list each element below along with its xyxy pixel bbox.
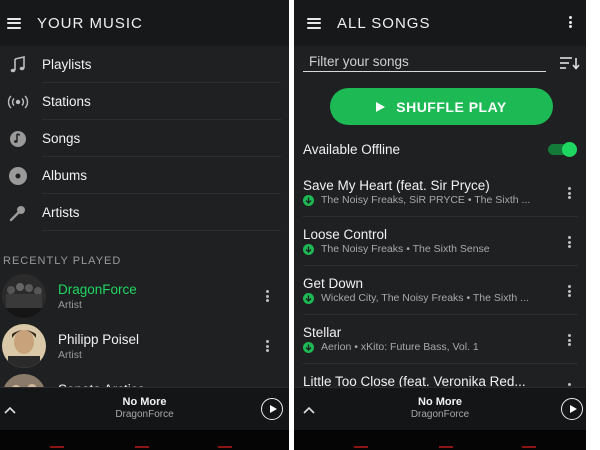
avatar <box>2 324 46 368</box>
now-playing-title: No More <box>418 396 462 408</box>
song-row[interactable]: Loose Control The Noisy Freaks • The Six… <box>294 217 586 266</box>
more-options-icon[interactable] <box>564 332 574 348</box>
song-title: Stellar <box>303 325 342 340</box>
page-title: YOUR MUSIC <box>37 14 143 32</box>
nav-item-artists[interactable]: Artists <box>0 194 289 231</box>
avatar <box>2 274 46 318</box>
available-offline-row: Available Offline <box>303 141 578 161</box>
song-title: Save My Heart (feat. Sir Pryce) <box>303 178 490 193</box>
song-list: Save My Heart (feat. Sir Pryce) The Nois… <box>294 168 586 413</box>
song-meta: Aerion • xKito: Future Bass, Vol. 1 <box>303 341 479 353</box>
nav-item-label: Playlists <box>42 57 92 72</box>
song-meta: The Noisy Freaks, SiR PRYCE • The Sixth … <box>303 194 530 206</box>
now-playing-title: No More <box>122 396 167 408</box>
album-icon <box>0 166 38 186</box>
music-note-icon <box>0 55 38 74</box>
song-row[interactable]: Get Down Wicked City, The Noisy Freaks •… <box>294 266 586 315</box>
bottom-nav-icon[interactable] <box>522 446 536 450</box>
song-subtitle: The Noisy Freaks • The Sixth Sense <box>321 243 490 255</box>
bottom-nav-icon[interactable] <box>135 446 149 450</box>
available-offline-toggle[interactable] <box>548 142 577 157</box>
radio-icon <box>0 94 38 110</box>
downloaded-icon <box>303 243 314 255</box>
list-item[interactable]: DragonForce Artist <box>0 271 289 320</box>
play-button[interactable] <box>561 398 583 420</box>
nav-item-songs[interactable]: Songs <box>0 120 289 157</box>
microphone-icon <box>0 203 38 223</box>
play-icon <box>376 101 386 112</box>
list-item-title: DragonForce <box>58 282 137 297</box>
list-item-subtitle: Artist <box>58 299 82 311</box>
nav-item-label: Stations <box>42 94 91 109</box>
bottom-nav-icon[interactable] <box>218 446 232 450</box>
play-icon <box>569 405 577 413</box>
song-row[interactable]: Save My Heart (feat. Sir Pryce) The Nois… <box>294 168 586 217</box>
filter-songs-input[interactable] <box>303 52 546 72</box>
nav-item-label: Albums <box>42 168 88 183</box>
nav-item-playlists[interactable]: Playlists <box>0 46 289 83</box>
top-bar: YOUR MUSIC <box>0 0 289 46</box>
toggle-thumb <box>562 142 577 157</box>
recently-played-header: RECENTLY PLAYED <box>3 255 122 267</box>
library-nav: Playlists Stations Songs Albums Artists <box>0 46 289 231</box>
downloaded-icon <box>303 194 314 206</box>
downloaded-icon <box>303 341 314 353</box>
sort-icon[interactable] <box>560 56 580 75</box>
song-meta: Wicked City, The Noisy Freaks • The Sixt… <box>303 292 529 304</box>
shuffle-play-label: SHUFFLE PLAY <box>396 98 507 115</box>
bottom-nav-strip <box>294 430 586 450</box>
nav-item-label: Songs <box>42 131 81 146</box>
menu-icon[interactable] <box>7 17 21 29</box>
more-options-icon[interactable] <box>564 185 574 201</box>
now-playing-artist: DragonForce <box>410 409 470 420</box>
play-icon <box>269 405 277 413</box>
bottom-nav-icon[interactable] <box>354 446 368 450</box>
menu-icon[interactable] <box>307 17 321 29</box>
song-meta: The Noisy Freaks • The Sixth Sense <box>303 243 490 255</box>
downloaded-icon <box>303 292 314 304</box>
more-options-icon[interactable] <box>564 283 574 299</box>
nav-item-albums[interactable]: Albums <box>0 157 289 194</box>
nav-item-label: Artists <box>42 205 80 220</box>
more-options-icon[interactable] <box>262 288 272 304</box>
more-options-icon[interactable] <box>564 234 574 250</box>
now-playing-artist: DragonForce <box>115 409 174 420</box>
bottom-nav-icon[interactable] <box>50 446 64 450</box>
song-subtitle: The Noisy Freaks, SiR PRYCE • The Sixth … <box>321 194 531 206</box>
list-item-title: Philipp Poisel <box>58 332 140 347</box>
page-title: ALL SONGS <box>337 14 431 32</box>
song-subtitle: Aerion • xKito: Future Bass, Vol. 1 <box>321 341 479 353</box>
now-playing-bar[interactable]: No More DragonForce <box>0 387 289 430</box>
song-disc-icon <box>0 130 38 148</box>
more-options-icon[interactable] <box>262 338 272 354</box>
song-row[interactable]: Stellar Aerion • xKito: Future Bass, Vol… <box>294 315 586 364</box>
play-button[interactable] <box>261 398 283 420</box>
song-title: Loose Control <box>303 227 388 242</box>
bottom-nav-icon[interactable] <box>439 446 453 450</box>
your-music-screen: YOUR MUSIC Playlists Stations Songs Albu… <box>0 0 289 450</box>
bottom-nav-strip <box>0 430 289 450</box>
shuffle-play-button[interactable]: SHUFFLE PLAY <box>330 88 553 125</box>
available-offline-label: Available Offline <box>303 142 401 157</box>
nav-item-stations[interactable]: Stations <box>0 83 289 120</box>
list-item-subtitle: Artist <box>58 349 82 361</box>
now-playing-bar[interactable]: No More DragonForce <box>294 387 586 430</box>
song-title: Get Down <box>303 276 364 291</box>
song-subtitle: Wicked City, The Noisy Freaks • The Sixt… <box>321 292 529 304</box>
list-item[interactable]: Philipp Poisel Artist <box>0 321 289 370</box>
overflow-menu-icon[interactable] <box>565 14 575 30</box>
top-bar: ALL SONGS <box>294 0 586 46</box>
all-songs-screen: ALL SONGS SHUFFLE PLAY Available Offline… <box>294 0 586 450</box>
